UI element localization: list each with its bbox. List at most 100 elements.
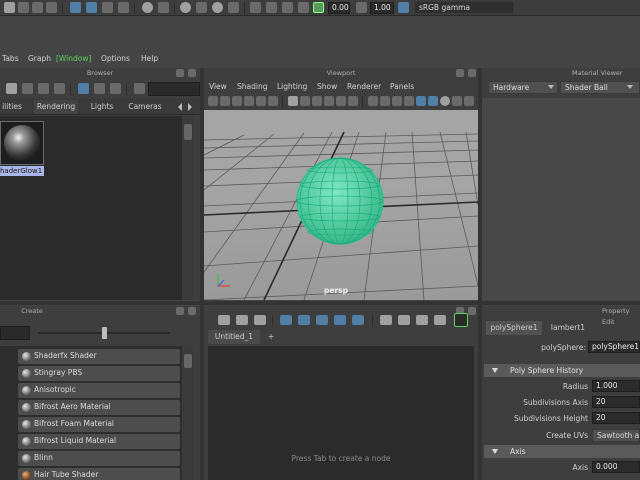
layout-icon[interactable]	[298, 315, 310, 325]
list-item[interactable]: Anisotropic	[18, 383, 180, 398]
node-search-icon[interactable]	[454, 313, 468, 327]
menu-show[interactable]: Show	[317, 82, 337, 91]
hypershade-icon[interactable]	[118, 2, 129, 13]
sort-icon[interactable]	[38, 83, 49, 94]
tab-utilities[interactable]: ilities	[0, 100, 24, 114]
graph-output-icon[interactable]	[254, 315, 266, 325]
menu-renderer[interactable]: Renderer	[347, 82, 381, 91]
render-icon[interactable]	[70, 2, 81, 13]
graph-input-icon[interactable]	[218, 315, 230, 325]
bookmark-icon[interactable]	[232, 96, 242, 106]
frame-icon[interactable]	[282, 2, 293, 13]
colorspace-dropdown[interactable]: sRGB gamma	[414, 1, 514, 14]
frame-all-icon[interactable]	[280, 315, 292, 325]
gamma-icon[interactable]	[356, 2, 367, 13]
lock-camera-icon[interactable]	[220, 96, 230, 106]
shape-dropdown[interactable]: Shader Ball	[560, 81, 640, 94]
exposure-icon[interactable]	[313, 2, 324, 13]
clear-icon[interactable]	[134, 83, 145, 94]
resolution-gate-icon[interactable]	[312, 96, 322, 106]
poly-sphere-history-header[interactable]: Poly Sphere History	[484, 364, 640, 377]
gamma-field[interactable]: 1.00	[370, 2, 394, 14]
viewport-close-icon[interactable]	[468, 69, 476, 77]
render-settings-icon[interactable]	[102, 2, 113, 13]
use-all-lights-icon[interactable]	[416, 96, 426, 106]
camera-icon[interactable]	[158, 2, 169, 13]
create-close-icon[interactable]	[188, 307, 196, 315]
menu-lighting[interactable]: Lighting	[277, 82, 307, 91]
node-name-field[interactable]: polySphere1	[588, 341, 640, 353]
float-panel-icon[interactable]	[176, 69, 184, 77]
safe-action-icon[interactable]	[348, 96, 358, 106]
browser-search-input[interactable]	[148, 82, 200, 96]
node-graph-canvas[interactable]: Press Tab to create a node	[208, 346, 474, 480]
simple-mode-icon[interactable]	[380, 315, 392, 325]
list-item[interactable]: Stingray PBS	[18, 366, 180, 381]
output-icon[interactable]	[110, 83, 121, 94]
icon-size-slider[interactable]	[38, 327, 170, 339]
2d-pan-icon[interactable]	[256, 96, 266, 106]
tab-cameras[interactable]: Cameras	[124, 100, 166, 114]
tab-rendering[interactable]: Rendering	[34, 100, 78, 114]
mask-icon[interactable]	[298, 2, 309, 13]
grease-pencil-icon[interactable]	[268, 96, 278, 106]
snap-view-icon[interactable]	[46, 2, 57, 13]
custom-mode-icon[interactable]	[434, 315, 446, 325]
axis-header[interactable]: Axis	[484, 445, 640, 458]
subdivisions-height-field[interactable]: 20	[592, 412, 640, 424]
list-item[interactable]: Bifrost Foam Material	[18, 417, 180, 432]
color-management-icon[interactable]	[398, 2, 409, 13]
tab-lambert[interactable]: lambert1	[546, 321, 590, 335]
radius-field[interactable]: 1.000	[592, 380, 640, 392]
isolate-select-icon[interactable]	[464, 96, 474, 106]
create-search-input[interactable]	[0, 326, 30, 340]
tab-scroll-right-icon[interactable]	[188, 103, 192, 111]
circle-icon[interactable]	[212, 2, 223, 13]
list-item[interactable]: Blinn	[18, 451, 180, 466]
gate-mask-icon[interactable]	[324, 96, 334, 106]
menu-view[interactable]: View	[209, 82, 227, 91]
menu-graph[interactable]: Graph	[28, 54, 51, 63]
ipr-icon[interactable]	[86, 2, 97, 13]
graph-both-icon[interactable]	[236, 315, 248, 325]
snap-grid-icon[interactable]	[4, 2, 15, 13]
menu-help[interactable]: Help	[141, 54, 158, 63]
icon-size-slider-handle[interactable]	[102, 327, 107, 339]
ambient-occlusion-icon[interactable]	[440, 96, 450, 106]
view-as-list-icon[interactable]	[22, 83, 33, 94]
list-item[interactable]: Hair Tube Shader	[18, 468, 180, 480]
menu-options[interactable]: Options	[101, 54, 130, 63]
browser-refresh-icon[interactable]	[78, 83, 89, 94]
list-item[interactable]: Shaderfx Shader	[18, 349, 180, 364]
grid-icon[interactable]	[288, 96, 298, 106]
snap-point-icon[interactable]	[32, 2, 43, 13]
exposure-field[interactable]: 0.00	[328, 2, 350, 14]
pause-icon[interactable]	[250, 2, 261, 13]
list-item[interactable]: Bifrost Aero Material	[18, 400, 180, 415]
full-mode-icon[interactable]	[416, 315, 428, 325]
poly-sphere[interactable]	[296, 157, 384, 245]
viewport-canvas[interactable]: persp	[204, 110, 478, 300]
graph-icon[interactable]	[54, 83, 65, 94]
menu-shading[interactable]: Shading	[237, 82, 267, 91]
create-float-icon[interactable]	[176, 307, 184, 315]
shader-swatch-label[interactable]: haderGlow1	[0, 166, 44, 176]
add-selected-icon[interactable]	[316, 315, 328, 325]
menu-panels[interactable]: Panels	[390, 82, 414, 91]
image-plane-icon[interactable]	[244, 96, 254, 106]
anti-aliasing-icon[interactable]	[452, 96, 462, 106]
shader-swatch[interactable]	[0, 121, 44, 165]
browser-scrollbar[interactable]	[183, 116, 193, 300]
wire-on-shaded-icon[interactable]	[392, 96, 402, 106]
shadows-icon[interactable]	[428, 96, 438, 106]
tab-untitled[interactable]: Untitled_1	[208, 330, 260, 344]
textured-icon[interactable]	[404, 96, 414, 106]
wireframe-icon[interactable]	[368, 96, 378, 106]
smooth-shade-icon[interactable]	[380, 96, 390, 106]
axis-field[interactable]: 0.000	[592, 461, 640, 473]
snap-curve-icon[interactable]	[18, 2, 29, 13]
menu-tabs[interactable]: Tabs	[2, 54, 19, 63]
input-icon[interactable]	[94, 83, 105, 94]
connected-mode-icon[interactable]	[398, 315, 410, 325]
create-uvs-dropdown[interactable]: Sawtooth at	[592, 429, 640, 442]
